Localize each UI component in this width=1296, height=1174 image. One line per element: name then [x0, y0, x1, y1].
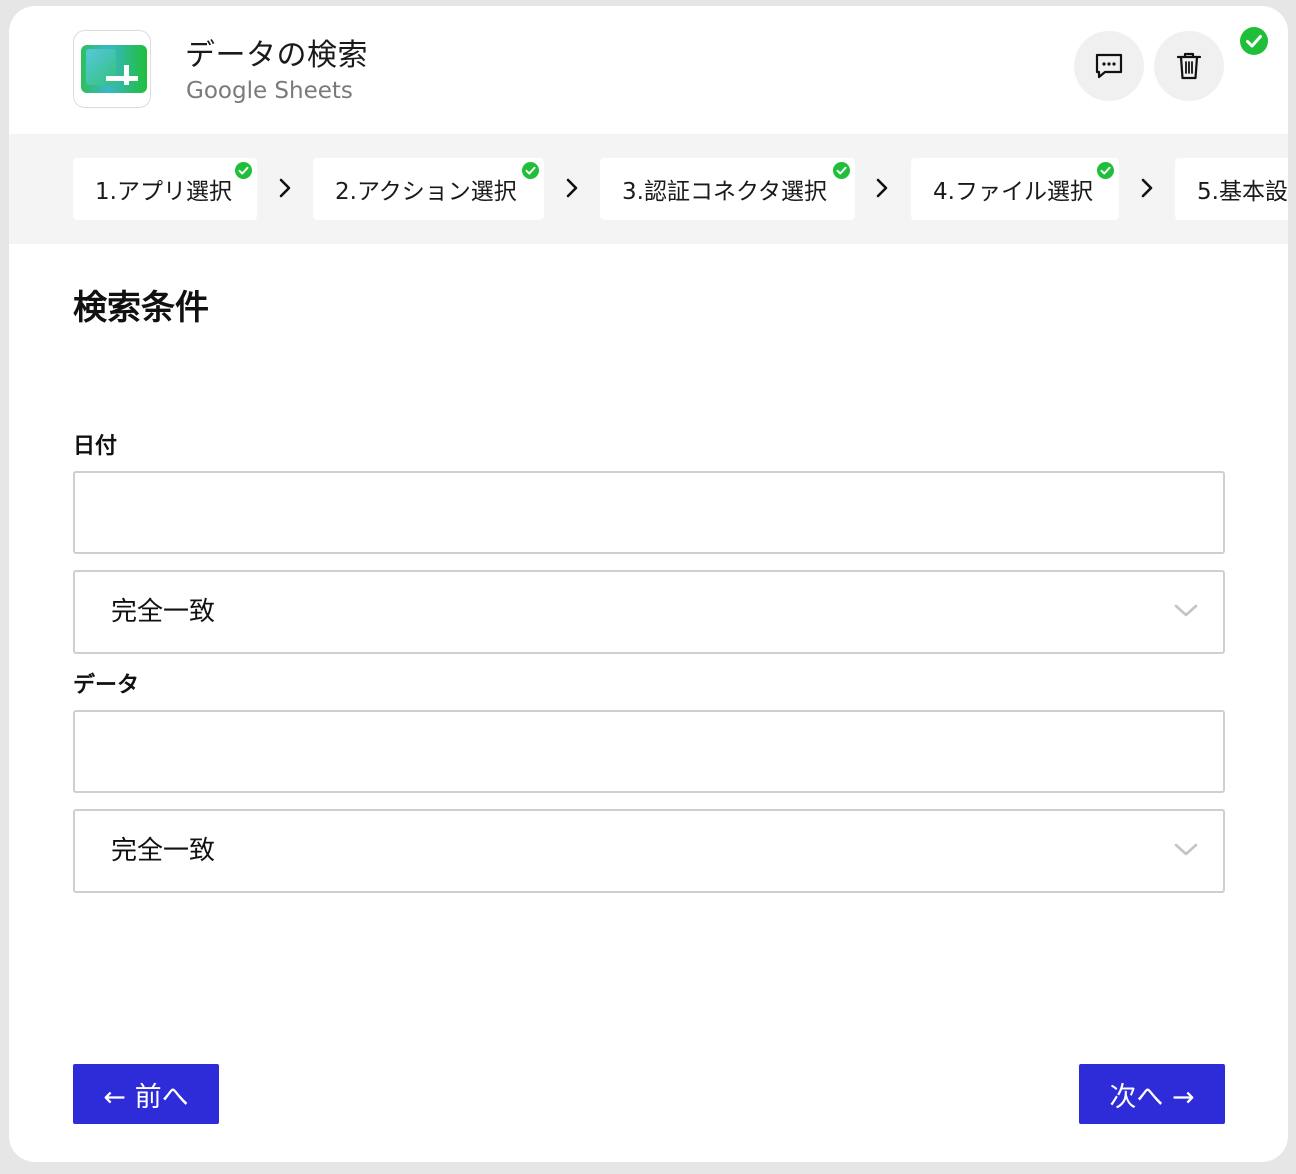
- comment-button[interactable]: [1074, 31, 1144, 101]
- section-title: 検索条件: [73, 288, 209, 328]
- check-circle-icon: [833, 162, 850, 179]
- delete-button[interactable]: [1154, 31, 1224, 101]
- field-label-data: データ: [73, 673, 140, 698]
- step-label: 5.基本設: [1197, 179, 1288, 205]
- chevron-down-icon: [1174, 604, 1198, 617]
- chevron-right-icon: [279, 178, 291, 198]
- steps-bar: 1.アプリ選択 2.アクション選択 3.認証コネクタ選択 4.ファイル選択 5.…: [9, 134, 1288, 244]
- check-circle-icon: [1240, 27, 1268, 55]
- data-input[interactable]: [73, 710, 1225, 793]
- chevron-right-icon: [1141, 178, 1153, 198]
- step-action-select[interactable]: 2.アクション選択: [313, 158, 544, 220]
- select-value: 完全一致: [111, 597, 216, 627]
- field-label-date: 日付: [73, 434, 118, 459]
- step-connector-select[interactable]: 3.認証コネクタ選択: [600, 158, 855, 220]
- check-circle-icon: [1097, 162, 1114, 179]
- next-button[interactable]: 次へ →: [1079, 1064, 1225, 1124]
- check-circle-icon: [522, 162, 539, 179]
- step-app-select[interactable]: 1.アプリ選択: [73, 158, 257, 220]
- date-input[interactable]: [73, 471, 1225, 554]
- step-label: 3.認証コネクタ選択: [622, 179, 828, 205]
- data-match-select[interactable]: 完全一致: [73, 809, 1225, 893]
- prev-button[interactable]: ← 前へ: [73, 1064, 219, 1124]
- select-value: 完全一致: [111, 836, 216, 866]
- check-circle-icon: [235, 162, 252, 179]
- step-label: 2.アクション選択: [335, 179, 517, 205]
- step-file-select[interactable]: 4.ファイル選択: [911, 158, 1119, 220]
- chevron-down-icon: [1174, 843, 1198, 856]
- comment-icon: [1095, 53, 1123, 79]
- step-label: 1.アプリ選択: [95, 179, 232, 205]
- google-sheets-icon: [73, 30, 151, 108]
- chevron-right-icon: [876, 178, 888, 198]
- trash-icon: [1176, 52, 1202, 80]
- step-label: 4.ファイル選択: [933, 179, 1093, 205]
- step-basic-settings[interactable]: 5.基本設: [1175, 158, 1288, 220]
- date-match-select[interactable]: 完全一致: [73, 570, 1225, 654]
- step-card: データの検索 Google Sheets 1.アプリ選択 2.アクション選択 3…: [9, 6, 1288, 1162]
- chevron-right-icon: [566, 178, 578, 198]
- app-subtitle: Google Sheets: [186, 78, 353, 104]
- page-title: データの検索: [185, 38, 368, 73]
